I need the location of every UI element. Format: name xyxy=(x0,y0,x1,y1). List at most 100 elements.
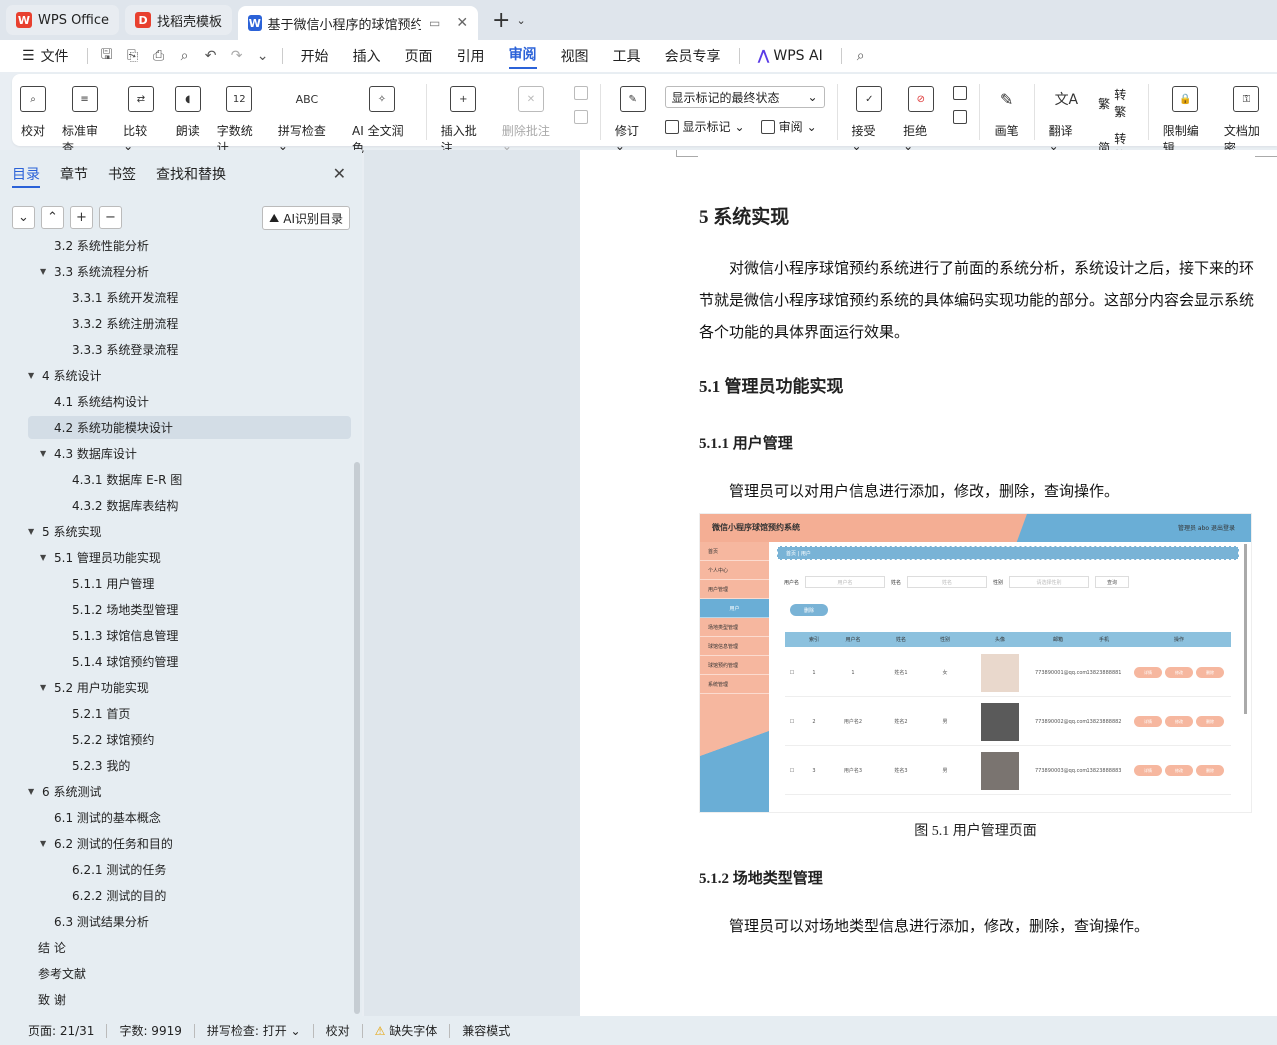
translate-button[interactable]: 文A 翻译 ⌄ xyxy=(1041,82,1093,153)
toc-item[interactable]: 5.2.2 球馆预约 xyxy=(28,728,351,751)
to-traditional-button[interactable]: 繁转繁 xyxy=(1098,86,1136,120)
expand-triangle-icon[interactable]: ▼ xyxy=(40,683,54,692)
expand-triangle-icon[interactable]: ▼ xyxy=(40,449,54,458)
pen-button[interactable]: ✎ 画笔 xyxy=(986,82,1028,139)
tab-find-replace[interactable]: 查找和替换 xyxy=(156,164,226,194)
toc-item[interactable]: 4.2 系统功能模块设计 xyxy=(28,416,351,439)
undo-icon[interactable]: ↶ xyxy=(198,48,224,64)
markup-state-select[interactable]: 显示标记的最终状态 ⌄ xyxy=(664,86,825,108)
expand-triangle-icon[interactable]: ▼ xyxy=(40,553,54,562)
ai-toc-button[interactable]: ⛰ AI识别目录 xyxy=(262,206,350,230)
close-icon[interactable]: ✕ xyxy=(456,15,468,31)
toc-item[interactable]: 6.2.2 测试的目的 xyxy=(28,884,351,907)
missing-font-indicator[interactable]: ⚠ 缺失字体 xyxy=(363,1022,450,1039)
ai-polish-button[interactable]: ✧ AI 全文润色 xyxy=(344,82,420,156)
add-heading-icon[interactable]: + xyxy=(70,206,93,229)
toc-item[interactable]: ▼ 4.3 数据库设计 xyxy=(28,442,351,465)
spell-check-button[interactable]: ABC 拼写检查 ⌄ xyxy=(270,82,344,154)
monitor-icon[interactable]: ▭ xyxy=(429,16,440,30)
menu-member[interactable]: 会员专享 xyxy=(653,40,733,72)
menu-reference[interactable]: 引用 xyxy=(445,40,497,72)
toc-item[interactable]: 参考文献 xyxy=(28,962,351,985)
menu-start[interactable]: 开始 xyxy=(289,40,341,72)
toc-item[interactable]: 4.3.1 数据库 E-R 图 xyxy=(28,468,351,491)
standard-review-button[interactable]: ≡ 标准审查 xyxy=(54,82,115,156)
toc-item[interactable]: 5.1.2 场地类型管理 xyxy=(28,598,351,621)
restrict-edit-button[interactable]: 🔒 限制编辑 xyxy=(1155,82,1216,156)
toc-item[interactable]: 5.2.3 我的 xyxy=(28,754,351,777)
toc-item[interactable]: ▼ 5.1 管理员功能实现 xyxy=(28,546,351,569)
proofread-button[interactable]: ⌕ 校对 xyxy=(12,82,54,139)
previous-revision-icon[interactable] xyxy=(952,86,967,100)
expand-triangle-icon[interactable]: ▼ xyxy=(28,371,42,380)
toc-item[interactable]: 6.1 测试的基本概念 xyxy=(28,806,351,829)
previous-comment-icon[interactable] xyxy=(573,86,588,100)
toc-item[interactable]: 5.1.4 球馆预约管理 xyxy=(28,650,351,673)
remove-heading-icon[interactable]: − xyxy=(99,206,122,229)
toc-item[interactable]: 3.3.2 系统注册流程 xyxy=(28,312,351,335)
toc-item[interactable]: 6.3 测试结果分析 xyxy=(28,910,351,933)
page-indicator[interactable]: 页面: 21/31 xyxy=(16,1022,106,1039)
toc-item[interactable]: 6.2.1 测试的任务 xyxy=(28,858,351,881)
close-icon[interactable]: ✕ xyxy=(333,164,346,183)
reject-button[interactable]: ⊘ 拒绝 ⌄ xyxy=(895,82,947,153)
expand-triangle-icon[interactable]: ▼ xyxy=(28,787,42,796)
tab-chapters[interactable]: 章节 xyxy=(60,164,88,194)
toc-item[interactable]: 3.3.3 系统登录流程 xyxy=(28,338,351,361)
menu-insert[interactable]: 插入 xyxy=(341,40,393,72)
toc-item[interactable]: 4.3.2 数据库表结构 xyxy=(28,494,351,517)
document-page[interactable]: 5 系统实现 对微信小程序球馆预约系统进行了前面的系统分析，系统设计之后，接下来… xyxy=(580,150,1277,1016)
spell-check-indicator[interactable]: 拼写检查: 打开 ⌄ xyxy=(195,1022,313,1039)
toc-item[interactable]: ▼ 6.2 测试的任务和目的 xyxy=(28,832,351,855)
compare-button[interactable]: ⇄ 比较 ⌄ xyxy=(115,82,167,153)
file-menu[interactable]: ☰ 文件 xyxy=(10,40,81,72)
tab-docer-templates[interactable]: D 找稻壳模板 xyxy=(125,5,233,35)
word-count-button[interactable]: 12 字数统计 xyxy=(209,82,270,156)
toc-item[interactable]: ▼ 5.2 用户功能实现 xyxy=(28,676,351,699)
word-count-indicator[interactable]: 字数: 9919 xyxy=(107,1022,193,1039)
next-revision-icon[interactable] xyxy=(952,110,967,124)
toc-item[interactable]: ▼ 5 系统实现 xyxy=(28,520,351,543)
save-icon[interactable]: 🖫 xyxy=(94,44,120,68)
revise-button[interactable]: ✎ 修订 ⌄ xyxy=(607,82,659,153)
expand-triangle-icon[interactable]: ▼ xyxy=(40,267,54,276)
proof-indicator[interactable]: 校对 xyxy=(314,1022,362,1039)
toc-item[interactable]: 致 谢 xyxy=(28,988,351,1011)
redo-icon[interactable]: ↷ xyxy=(224,48,250,64)
collapse-down-icon[interactable]: ⌄ xyxy=(12,206,35,229)
toc-item[interactable]: 3.2 系统性能分析 xyxy=(28,240,351,257)
review-pane-button[interactable]: 审阅 ⌄ xyxy=(760,118,817,135)
toc-item[interactable]: 3.3.1 系统开发流程 xyxy=(28,286,351,309)
delete-comment-button[interactable]: ✕ 删除批注 ⌄ xyxy=(494,82,568,153)
tab-wps-office[interactable]: W WPS Office xyxy=(6,5,120,35)
tab-document[interactable]: W 基于微信小程序的球馆预约管理 ▭ ✕ xyxy=(238,6,479,40)
toc-item[interactable]: 结 论 xyxy=(28,936,351,959)
menu-wps-ai[interactable]: ⋀ WPS AI xyxy=(746,40,835,72)
toc-item[interactable]: 4.1 系统结构设计 xyxy=(28,390,351,413)
chevron-down-icon[interactable]: ⌄ xyxy=(516,14,525,27)
toc-scrollbar[interactable] xyxy=(354,462,360,1014)
toc-item[interactable]: ▼ 6 系统测试 xyxy=(28,780,351,803)
print-preview-icon[interactable]: ⌕ xyxy=(172,48,198,64)
toc-item[interactable]: 5.1.1 用户管理 xyxy=(28,572,351,595)
accept-button[interactable]: ✓ 接受 ⌄ xyxy=(843,82,895,153)
expand-triangle-icon[interactable]: ▼ xyxy=(40,839,54,848)
expand-up-icon[interactable]: ⌃ xyxy=(41,206,64,229)
toc-item[interactable]: ▼ 3.3 系统流程分析 xyxy=(28,260,351,283)
tab-bookmarks[interactable]: 书签 xyxy=(108,164,136,194)
read-aloud-button[interactable]: ◖ 朗读 xyxy=(167,82,209,139)
insert-comment-button[interactable]: + 插入批注 xyxy=(433,82,494,156)
chevron-down-icon[interactable]: ⌄ xyxy=(250,48,276,64)
menu-view[interactable]: 视图 xyxy=(549,40,601,72)
show-markup-button[interactable]: 显示标记 ⌄ xyxy=(664,118,745,135)
menu-tools[interactable]: 工具 xyxy=(601,40,653,72)
search-icon[interactable]: ⌕ xyxy=(848,48,874,64)
menu-review[interactable]: 审阅 xyxy=(497,40,549,72)
toc-item[interactable]: 5.2.1 首页 xyxy=(28,702,351,725)
doc-encrypt-button[interactable]: ⚿ 文档加密 xyxy=(1216,82,1277,156)
menu-page[interactable]: 页面 xyxy=(393,40,445,72)
toc-item[interactable]: ▼ 4 系统设计 xyxy=(28,364,351,387)
tab-toc[interactable]: 目录 xyxy=(12,164,40,188)
share-icon[interactable]: ⎘ xyxy=(120,48,146,64)
toc-item[interactable]: 5.1.3 球馆信息管理 xyxy=(28,624,351,647)
